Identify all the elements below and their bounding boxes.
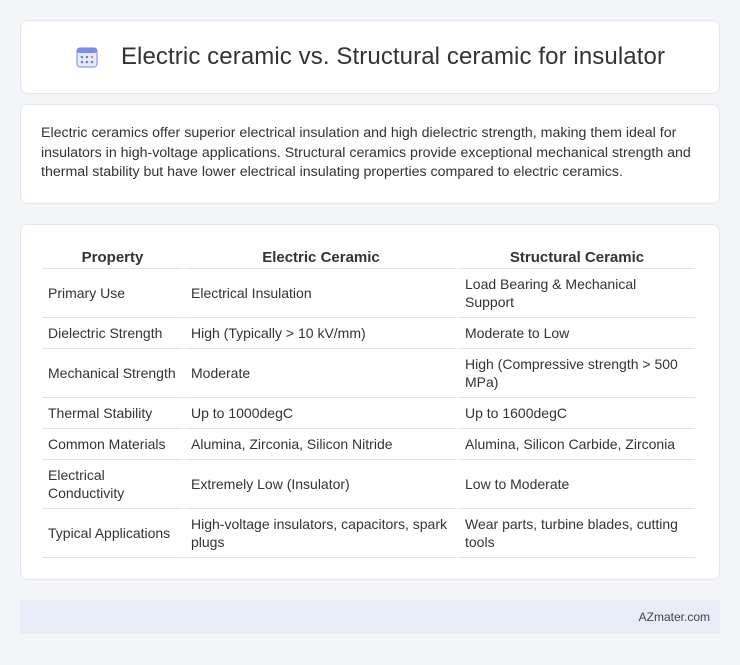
calendar-icon [76, 47, 98, 68]
property-cell: Electrical Conductivity [42, 460, 183, 509]
table-row: Typical Applications High-voltage insula… [42, 509, 695, 558]
electric-ceramic-cell: High (Typically > 10 kV/mm) [185, 318, 457, 349]
summary-text: Electric ceramics offer superior electri… [41, 125, 691, 181]
page-title: Electric ceramic vs. Structural ceramic … [120, 43, 666, 70]
electric-ceramic-cell: High-voltage insulators, capacitors, spa… [185, 509, 457, 558]
column-header-property: Property [42, 245, 183, 269]
structural-ceramic-cell: Wear parts, turbine blades, cutting tool… [459, 509, 695, 558]
footer-brand: AZmater.com [638, 610, 710, 624]
structural-ceramic-cell: Low to Moderate [459, 460, 695, 509]
structural-ceramic-cell: Moderate to Low [459, 318, 695, 349]
electric-ceramic-cell: Up to 1000degC [185, 398, 457, 429]
summary-card: Electric ceramics offer superior electri… [20, 104, 720, 204]
column-header-electric-ceramic: Electric Ceramic [185, 245, 457, 269]
property-cell: Common Materials [42, 429, 183, 460]
table-row: Dielectric Strength High (Typically > 10… [42, 318, 695, 349]
structural-ceramic-cell: Up to 1600degC [459, 398, 695, 429]
structural-ceramic-cell: Alumina, Silicon Carbide, Zirconia [459, 429, 695, 460]
table-header-row: Property Electric Ceramic Structural Cer… [42, 245, 695, 269]
table-row: Common Materials Alumina, Zirconia, Sili… [42, 429, 695, 460]
property-cell: Thermal Stability [42, 398, 183, 429]
table-row: Mechanical Strength Moderate High (Compr… [42, 349, 695, 398]
comparison-table: Property Electric Ceramic Structural Cer… [40, 245, 697, 558]
electric-ceramic-cell: Moderate [185, 349, 457, 398]
structural-ceramic-cell: Load Bearing & Mechanical Support [459, 269, 695, 318]
structural-ceramic-cell: High (Compressive strength > 500 MPa) [459, 349, 695, 398]
property-cell: Primary Use [42, 269, 183, 318]
footer: AZmater.com [20, 600, 720, 634]
property-cell: Typical Applications [42, 509, 183, 558]
column-header-structural-ceramic: Structural Ceramic [459, 245, 695, 269]
property-cell: Mechanical Strength [42, 349, 183, 398]
title-card: Electric ceramic vs. Structural ceramic … [20, 20, 720, 94]
electric-ceramic-cell: Extremely Low (Insulator) [185, 460, 457, 509]
comparison-table-card: Property Electric Ceramic Structural Cer… [20, 224, 720, 580]
electric-ceramic-cell: Electrical Insulation [185, 269, 457, 318]
electric-ceramic-cell: Alumina, Zirconia, Silicon Nitride [185, 429, 457, 460]
table-row: Primary Use Electrical Insulation Load B… [42, 269, 695, 318]
table-row: Thermal Stability Up to 1000degC Up to 1… [42, 398, 695, 429]
table-row: Electrical Conductivity Extremely Low (I… [42, 460, 695, 509]
property-cell: Dielectric Strength [42, 318, 183, 349]
title-wrap: Electric ceramic vs. Structural ceramic … [75, 43, 665, 71]
